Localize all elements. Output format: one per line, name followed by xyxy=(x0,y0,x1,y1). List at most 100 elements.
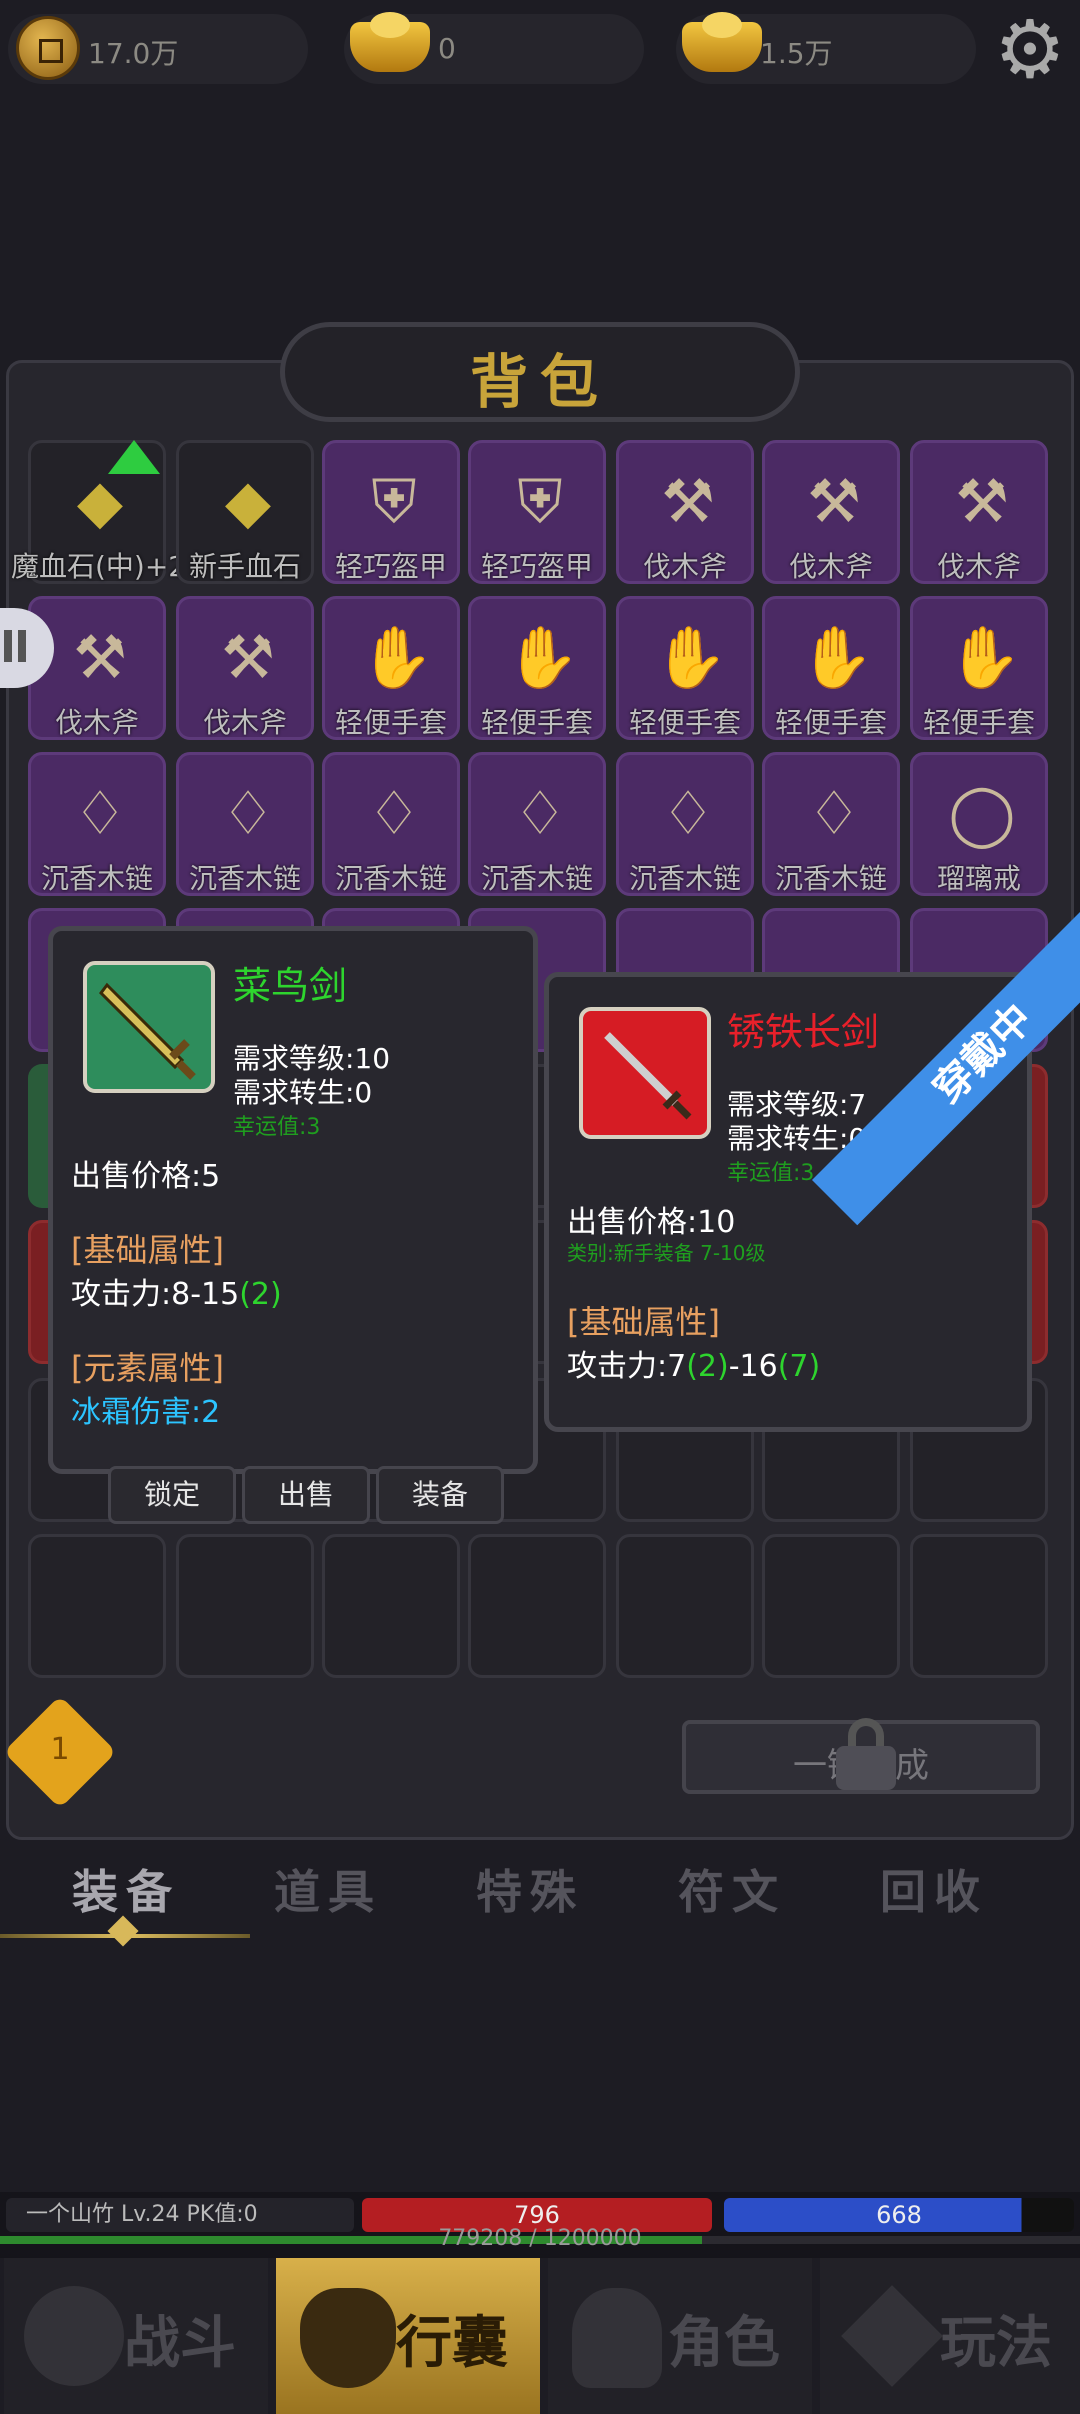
nav-gameplay[interactable]: 玩法 xyxy=(820,2258,1080,2414)
exp-text: 779208 / 1200000 xyxy=(438,2226,642,2251)
bag-slot-empty[interactable] xyxy=(468,1534,606,1678)
upgrade-arrow-icon xyxy=(108,440,160,474)
base-attributes-header: [基础属性] xyxy=(567,1303,720,1341)
necklace-icon: ♢ xyxy=(661,779,715,849)
necklace-icon: ♢ xyxy=(73,779,127,849)
bag-slot-label: 魔血石(中)+2 xyxy=(11,550,187,583)
element-attributes-header: [元素属性] xyxy=(71,1349,224,1387)
luck-value: 幸运值:3 xyxy=(233,1115,321,1140)
gold-coin-icon xyxy=(16,16,80,80)
bag-slot-empty[interactable] xyxy=(176,1534,314,1678)
axe-icon: ⚒ xyxy=(73,623,127,693)
pouch-icon xyxy=(300,2288,396,2388)
blood-stone-icon: ◆ xyxy=(224,467,272,537)
bag-slot-label: 轻便手套 xyxy=(480,706,593,739)
yin-yang-icon xyxy=(24,2286,124,2386)
tab-4[interactable]: 回收 xyxy=(844,1856,1024,1922)
bag-slot[interactable]: ✋ 轻便手套 xyxy=(616,596,754,740)
ingot-amount: 0 xyxy=(438,32,456,65)
bag-slot-label: 伐木斧 xyxy=(936,550,1021,583)
bag-slot[interactable]: ⚒ 伐木斧 xyxy=(762,440,900,584)
bag-slot[interactable]: ✋ 轻便手套 xyxy=(468,596,606,740)
tab-1[interactable]: 道具 xyxy=(238,1856,418,1922)
bag-slot[interactable]: ⚒ 伐木斧 xyxy=(910,440,1048,584)
sell-price: 出售价格:10 xyxy=(567,1205,736,1240)
item-name: 菜鸟剑 xyxy=(233,964,348,1008)
bag-slot[interactable]: ♢ 沉香木链 xyxy=(322,752,460,896)
necklace-icon: ♢ xyxy=(221,779,275,849)
equip-button[interactable]: 装备 xyxy=(376,1466,504,1524)
required-rebirth: 需求转生:0 xyxy=(233,1076,373,1109)
bag-slot-empty[interactable] xyxy=(762,1534,900,1678)
bag-slot-label: 轻便手套 xyxy=(922,706,1035,739)
blood-stone-icon: ◆ xyxy=(76,467,124,537)
bag-slot[interactable]: ✋ 轻便手套 xyxy=(762,596,900,740)
luck-value: 幸运值:3 xyxy=(727,1161,815,1186)
glove-icon: ✋ xyxy=(505,623,580,693)
ingot-stack-icon xyxy=(682,12,762,72)
bag-slot[interactable]: ♢ 沉香木链 xyxy=(616,752,754,896)
bag-slot[interactable]: ✋ 轻便手套 xyxy=(322,596,460,740)
sell-button[interactable]: 出售 xyxy=(242,1466,370,1524)
frost-damage: 冰霜伤害:2 xyxy=(71,1395,221,1430)
ingot-counter: 0 xyxy=(344,12,644,84)
sword-icon xyxy=(83,961,215,1093)
necklace-icon: ♢ xyxy=(807,779,861,849)
bag-slot-label: 瑠璃戒 xyxy=(936,862,1021,895)
gold-counter: 17.0万 xyxy=(8,14,308,84)
bag-slot-label: 沉香木链 xyxy=(774,862,887,895)
bag-slot-empty[interactable] xyxy=(910,1534,1048,1678)
nav-bag[interactable]: 行囊 xyxy=(276,2258,540,2414)
bag-slot[interactable]: ⛨ 轻巧盔甲 xyxy=(468,440,606,584)
bag-slot-empty[interactable] xyxy=(28,1534,166,1678)
bag-slot-label: 沉香木链 xyxy=(480,862,593,895)
bag-slot[interactable]: ⚒ 伐木斧 xyxy=(616,440,754,584)
glove-icon: ✋ xyxy=(947,623,1022,693)
tab-3[interactable]: 符文 xyxy=(642,1856,822,1922)
bag-slot-label: 轻巧盔甲 xyxy=(480,550,593,583)
bag-slot-empty[interactable] xyxy=(616,1534,754,1678)
item-tooltip-selected: 菜鸟剑 需求等级:10 需求转生:0 幸运值:3 出售价格:5 [基础属性] 攻… xyxy=(48,926,538,1474)
lock-count: 1 xyxy=(50,1732,70,1767)
bag-slot[interactable]: ◯ 瑠璃戒 xyxy=(910,752,1048,896)
bag-slot-label: 伐木斧 xyxy=(54,706,139,739)
bag-slot[interactable]: ✋ 轻便手套 xyxy=(910,596,1048,740)
ring-icon: ◯ xyxy=(948,779,1016,849)
gear-icon[interactable]: ⚙ xyxy=(990,10,1070,90)
padlock-icon xyxy=(836,1718,896,1790)
glove-icon: ✋ xyxy=(653,623,728,693)
nav-battle[interactable]: 战斗 xyxy=(4,2258,268,2414)
armor-icon: ⛨ xyxy=(517,467,563,537)
glove-icon: ✋ xyxy=(799,623,874,693)
bag-slot[interactable]: ⚒ 伐木斧 xyxy=(176,596,314,740)
nav-character[interactable]: 角色 xyxy=(548,2258,812,2414)
tab-0[interactable]: 装备 xyxy=(36,1856,216,1922)
bag-slot[interactable]: ◆ 新手血石 xyxy=(176,440,314,584)
attack-stat: 攻击力:7(2)-16(7) xyxy=(567,1349,821,1384)
ingot2-amount: 1.5万 xyxy=(760,37,833,70)
one-click-merge-button[interactable]: 一键合成 xyxy=(682,1718,1040,1794)
axe-icon: ⚒ xyxy=(807,467,861,537)
bag-slot[interactable]: ♢ 沉香木链 xyxy=(176,752,314,896)
necklace-icon: ♢ xyxy=(513,779,567,849)
bag-slot[interactable]: ⚒ 伐木斧 xyxy=(28,596,166,740)
axe-icon: ⚒ xyxy=(221,623,275,693)
gold-amount: 17.0万 xyxy=(88,37,179,70)
base-attributes-header: [基础属性] xyxy=(71,1231,224,1269)
bag-slot[interactable]: ♢ 沉香木链 xyxy=(28,752,166,896)
lock-button[interactable]: 锁定 xyxy=(108,1466,236,1524)
bag-slot[interactable]: ♢ 沉香木链 xyxy=(762,752,900,896)
necklace-icon: ♢ xyxy=(367,779,421,849)
tab-2[interactable]: 特殊 xyxy=(440,1856,620,1922)
gold-ingot-icon xyxy=(350,12,430,72)
sell-price: 出售价格:5 xyxy=(71,1159,221,1194)
item-category: 类别:新手装备 7-10级 xyxy=(567,1241,766,1265)
helmet-icon xyxy=(572,2288,662,2388)
bag-slot[interactable]: ♢ 沉香木链 xyxy=(468,752,606,896)
long-sword-icon xyxy=(579,1007,711,1139)
bag-slot-empty[interactable] xyxy=(322,1534,460,1678)
straw-hat-icon xyxy=(841,2285,943,2387)
bag-slot[interactable]: ⛨ 轻巧盔甲 xyxy=(322,440,460,584)
axe-icon: ⚒ xyxy=(955,467,1009,537)
attack-stat: 攻击力:8-15(2) xyxy=(71,1277,282,1312)
